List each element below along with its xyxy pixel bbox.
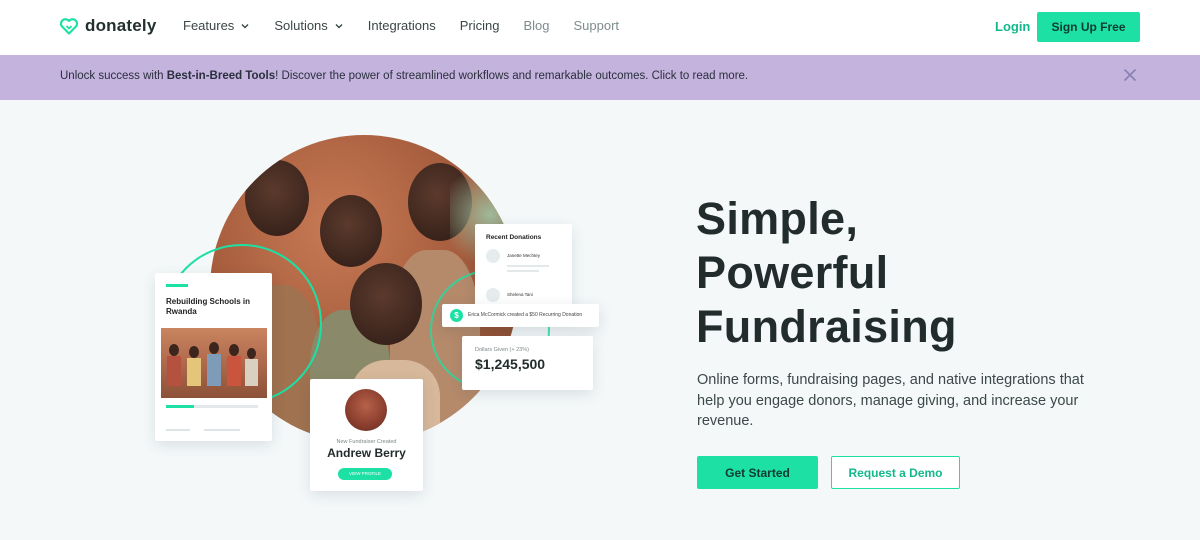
nav-pricing[interactable]: Pricing: [460, 18, 500, 33]
new-fundraiser-card: New Fundraiser Created Andrew Berry VIEW…: [310, 379, 423, 491]
close-icon[interactable]: [1122, 67, 1138, 83]
chevron-down-icon: [241, 23, 249, 28]
fundraiser-avatar: [345, 389, 387, 431]
nav-solutions[interactable]: Solutions: [274, 18, 343, 33]
fundraiser-name: Andrew Berry: [327, 446, 406, 460]
headline-line-1: Simple,: [696, 193, 859, 244]
banner-prefix: Unlock success with: [60, 70, 167, 82]
donation-toast: $ Erica McCormick created a $50 Recurrin…: [442, 304, 599, 327]
campaign-thumbnail: [161, 328, 267, 398]
view-profile-pill: VIEW PROFILE: [338, 468, 392, 480]
nav-integrations[interactable]: Integrations: [368, 18, 436, 33]
campaign-progress-fill: [166, 405, 194, 408]
donor-name: Shelena Tani: [507, 292, 533, 297]
fundraiser-subtitle: New Fundraiser Created: [336, 439, 397, 445]
donor-avatar: [486, 249, 500, 263]
campaign-card: Rebuilding Schools in Rwanda: [155, 273, 272, 441]
nav-solutions-label: Solutions: [274, 18, 328, 33]
logo[interactable]: donately: [59, 16, 157, 36]
dollars-given-label: Dollars Given (+ 23%): [475, 347, 529, 353]
signup-button[interactable]: Sign Up Free: [1037, 12, 1140, 42]
top-nav: donately Features Solutions Integrations…: [0, 0, 1200, 55]
banner-text: Unlock success with Best-in-Breed Tools!…: [60, 70, 748, 82]
recent-donations-title: Recent Donations: [486, 234, 542, 241]
nav-links: Features Solutions Integrations Pricing …: [183, 18, 643, 33]
dollars-given-value: $1,245,500: [475, 356, 546, 372]
toast-text: Erica McCormick created a $50 Recurring …: [468, 312, 583, 318]
headline-line-3: Fundraising: [696, 301, 957, 352]
nav-features[interactable]: Features: [183, 18, 250, 33]
nav-support[interactable]: Support: [574, 18, 620, 33]
recent-donations-card: Recent Donations Janette Mechtey Shelena…: [475, 224, 572, 316]
banner-suffix: ! Discover the power of streamlined work…: [275, 70, 749, 82]
dollars-given-card: Dollars Given (+ 23%) $1,245,500: [462, 336, 593, 390]
hero-headline: Simple, Powerful Fundraising: [696, 192, 957, 354]
login-link[interactable]: Login: [995, 19, 1030, 34]
headline-line-2: Powerful: [696, 247, 889, 298]
promo-banner[interactable]: Unlock success with Best-in-Breed Tools!…: [0, 55, 1200, 100]
request-demo-button[interactable]: Request a Demo: [831, 456, 960, 489]
chevron-down-icon: [335, 23, 343, 28]
heart-logo-icon: [59, 18, 79, 35]
campaign-title: Rebuilding Schools in Rwanda: [166, 297, 250, 316]
banner-bold: Best-in-Breed Tools: [166, 70, 276, 82]
hero-subcopy: Online forms, fundraising pages, and nat…: [697, 372, 1084, 429]
nav-blog[interactable]: Blog: [523, 18, 549, 33]
nav-features-label: Features: [183, 18, 235, 33]
donor-name: Janette Mechtey: [507, 253, 541, 258]
donor-avatar: [486, 288, 500, 302]
logo-text: donately: [85, 16, 157, 35]
get-started-button[interactable]: Get Started: [697, 456, 818, 489]
dollar-icon: $: [450, 309, 463, 322]
